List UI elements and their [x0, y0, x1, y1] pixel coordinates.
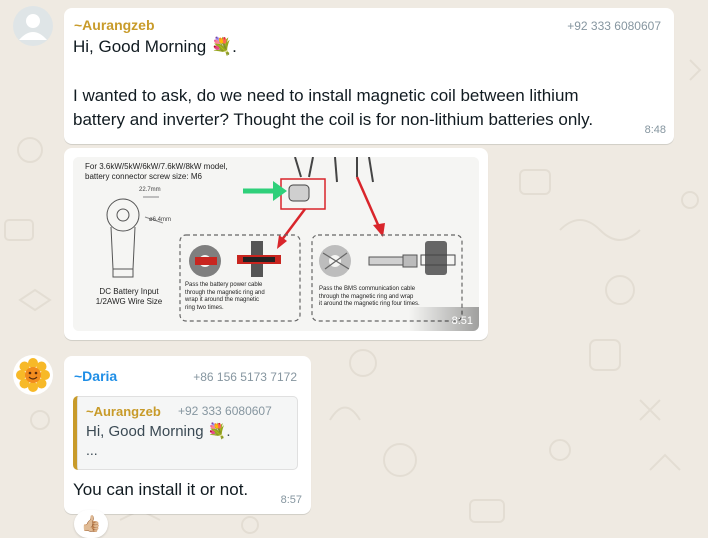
avatar-aurangzeb[interactable]	[13, 6, 53, 46]
quoted-sender-name: ~Aurangzeb	[86, 404, 161, 419]
note-line: ring two times.	[185, 304, 224, 311]
quoted-reply[interactable]: ~Aurangzeb +92 333 6080607 Hi, Good Morn…	[73, 396, 298, 470]
quoted-text-line: Hi, Good Morning 💐.	[86, 423, 231, 440]
avatar-daria[interactable]	[13, 355, 53, 395]
note-line: through the magnetic ring and wrap	[319, 293, 414, 300]
quoted-sender-phone: +92 333 6080607	[178, 404, 272, 418]
note-line: through the magnetic ring and	[185, 289, 265, 296]
message-bubble-aurangzeb[interactable]: ~Aurangzeb +92 333 6080607 Hi, Good Morn…	[64, 8, 674, 144]
left-instruction-note: Pass the battery power cable through the…	[185, 282, 299, 312]
sender-phone: +92 333 6080607	[567, 19, 661, 33]
message-text: You can install it or not.	[73, 480, 249, 499]
note-line: wrap it around the magnetic	[185, 297, 260, 303]
sender-phone: +86 156 5173 7172	[193, 370, 297, 384]
image-caption-line: For 3.6kW/5kW/6kW/7.6kW/8kW model,	[85, 162, 228, 171]
thumbs-up-icon: 👍🏼	[81, 516, 101, 533]
dc-label-line: DC Battery Input	[99, 287, 159, 296]
right-instruction-note: Pass the BMS communication cable through…	[319, 286, 461, 309]
message-line: Hi, Good Morning 💐.	[73, 37, 237, 56]
reaction-thumbs-up[interactable]: 👍🏼	[74, 510, 108, 538]
message-time: 8:57	[280, 494, 302, 506]
dc-battery-label: DC Battery Input 1/2AWG Wire Size	[89, 287, 169, 307]
default-avatar-icon	[19, 14, 47, 40]
dc-label-line: 1/2AWG Wire Size	[95, 297, 163, 306]
message-bubble-daria[interactable]: ~Daria +86 156 5173 7172 ~Aurangzeb +92 …	[64, 356, 311, 514]
message-line: battery and inverter? Thought the coil i…	[73, 110, 594, 129]
image-attachment[interactable]: For 3.6kW/5kW/6kW/7.6kW/8kW model, batte…	[73, 157, 479, 331]
dimension-label: ø6.4mm	[149, 217, 172, 223]
quoted-text-line: ...	[86, 442, 98, 458]
message-time: 8:48	[644, 124, 666, 136]
dimension-label: 22.7mm	[139, 187, 161, 193]
message-time: 8:51	[451, 315, 473, 327]
image-caption-top: For 3.6kW/5kW/6kW/7.6kW/8kW model, batte…	[85, 162, 228, 182]
sunflower-avatar-icon	[16, 358, 50, 392]
message-line: I wanted to ask, do we need to install m…	[73, 86, 579, 105]
note-line: Pass the battery power cable	[185, 282, 263, 288]
sender-name[interactable]: ~Daria	[74, 368, 117, 384]
sender-name[interactable]: ~Aurangzeb	[74, 17, 155, 33]
image-caption-line: battery connector screw size: M6	[85, 172, 202, 181]
note-line: Pass the BMS communication cable	[319, 286, 416, 292]
image-message-bubble[interactable]: For 3.6kW/5kW/6kW/7.6kW/8kW model, batte…	[64, 148, 488, 340]
